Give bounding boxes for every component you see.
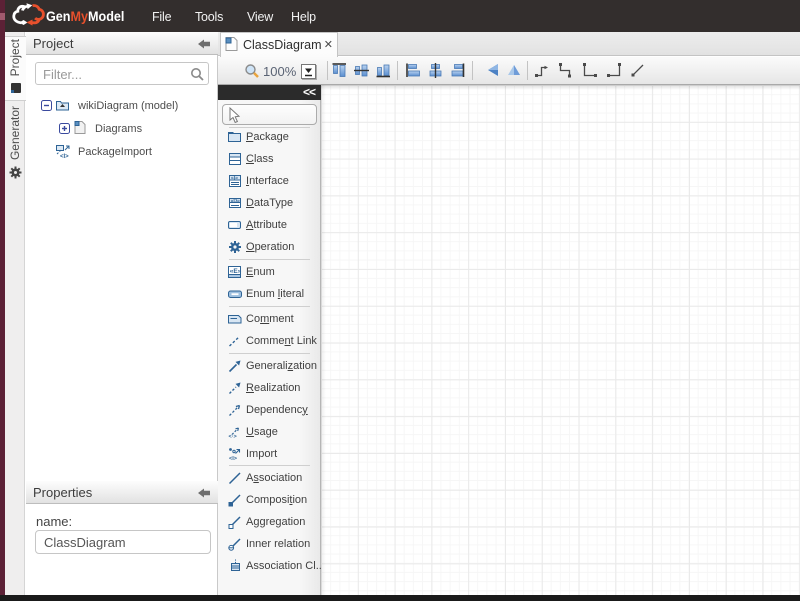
svg-text:<I>: <I>	[60, 154, 69, 159]
svg-text:«E»: «E»	[230, 268, 242, 275]
svg-text:«I»: «I»	[231, 176, 238, 182]
svg-text:«D»: «D»	[231, 198, 240, 204]
svg-text:<·>: <·>	[229, 434, 237, 439]
svg-text:<I>: <I>	[229, 456, 237, 461]
